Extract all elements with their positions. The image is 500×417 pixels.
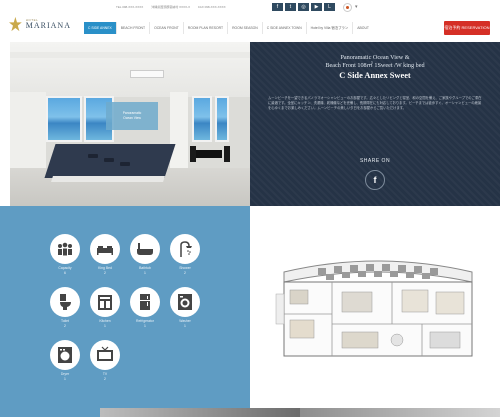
floor-plan-image[interactable]: [272, 254, 482, 364]
room-title: C Side Annex Sweet: [339, 71, 411, 80]
gallery-strip: [300, 408, 500, 417]
floor-cushion: [120, 162, 130, 166]
instagram-icon[interactable]: ◎: [298, 3, 309, 11]
facebook-icon[interactable]: f: [272, 3, 283, 11]
room-photo: Panoramatic Ocean View: [10, 42, 250, 206]
contact-info: TEL 098-XXX-XXXX 沖縄県国頭郡恩納村 XXXX-X FAX 09…: [116, 5, 226, 11]
room-description: ムーンビーチを一望できるパノラマオーシャンビューのお部屋です。広々としたリビング…: [268, 96, 482, 110]
twitter-icon[interactable]: t: [285, 3, 296, 11]
site-header: HOTEL MARIANA TEL 098-XXX-XXXX 沖縄県国頭郡恩納村…: [0, 0, 500, 42]
main-nav: C SIDE ANNEX BEACH FRONT OCEAN FRONT ROO…: [84, 22, 373, 34]
floor-cushion: [88, 154, 98, 158]
logo-title: MARIANA: [25, 20, 71, 30]
dryer-icon: [58, 347, 72, 363]
gallery-strip: [100, 408, 300, 417]
youtube-icon[interactable]: ▶: [311, 3, 322, 11]
tv-icon: [97, 346, 113, 361]
floor-cushion: [104, 158, 114, 162]
amenity-toilet: Toilet 2: [49, 287, 83, 333]
amenity-capacity: Capacity 6: [49, 234, 83, 280]
amenities-section: Capacity 6 King Bed 2 Bathtub 1 Shower 2…: [0, 206, 250, 417]
nav-item-about[interactable]: ABOUT: [352, 22, 373, 34]
nav-item-villa-plan[interactable]: Hotel by Villa 宿泊プラン: [305, 22, 353, 34]
facebook-share-icon[interactable]: f: [365, 170, 385, 190]
ocean-window: [46, 96, 82, 142]
room-info-panel: Panoramatic Ocean View & Beach Front 108…: [250, 42, 500, 206]
floor-plan-section: [250, 206, 500, 417]
address-text: 沖縄県国頭郡恩納村 XXXX-X: [151, 5, 191, 9]
washer-icon: [178, 294, 192, 310]
kitchen-icon: [98, 295, 112, 310]
chair: [224, 146, 230, 162]
amenity-kitchen: Kitchen 1: [89, 287, 123, 333]
language-flag-icon[interactable]: [343, 3, 352, 12]
amenity-king-bed: King Bed 2: [89, 234, 123, 280]
amenity-bathtub: Bathtub 1: [129, 234, 163, 280]
room-subtitle: Panoramatic Ocean View & Beach Front 108…: [325, 54, 425, 69]
chevron-down-icon[interactable]: ▾: [355, 4, 358, 10]
photo-caption: Panoramatic Ocean View: [106, 102, 158, 130]
fax-text: FAX 098-XXX-XXXX: [198, 5, 226, 9]
amenity-tv: TV 2: [89, 340, 123, 386]
bathtub-icon: [137, 243, 153, 255]
social-links: f t ◎ ▶ L: [272, 3, 335, 11]
ocean-window: [215, 96, 229, 142]
amenity-washer: Washer 1: [169, 287, 203, 333]
shower-icon: [180, 241, 192, 257]
nav-item-annex-town[interactable]: C SIDE ANNEX TOWN: [261, 22, 306, 34]
bed-icon: [97, 246, 113, 255]
nav-item-c-side-annex[interactable]: C SIDE ANNEX: [84, 22, 116, 34]
nav-item-beach-front[interactable]: BEACH FRONT: [115, 22, 149, 34]
toilet-icon: [60, 294, 71, 310]
refrigerator-icon: [140, 294, 150, 310]
amenity-dryer: Dryer 1: [49, 340, 83, 386]
line-icon[interactable]: L: [324, 3, 335, 11]
air-conditioner: [130, 70, 164, 78]
amenity-refrigerator: Refrigerator 1: [129, 287, 163, 333]
amenity-shower: Shower 2: [169, 234, 203, 280]
star-logo-icon: [9, 16, 22, 32]
chair: [190, 146, 196, 162]
share-label: SHARE ON: [359, 158, 391, 164]
nav-item-ocean-front[interactable]: OCEAN FRONT: [149, 22, 183, 34]
dining-table: [196, 150, 222, 158]
nav-item-room-season[interactable]: ROOM SEASON: [227, 22, 262, 34]
phone-text: TEL 098-XXX-XXXX: [116, 5, 144, 9]
hotel-logo[interactable]: HOTEL MARIANA: [9, 13, 71, 35]
reservation-button[interactable]: 宿泊予約 RESERVATION: [444, 21, 490, 35]
ocean-window: [192, 96, 212, 142]
people-icon: [58, 242, 72, 256]
nav-item-room-plan[interactable]: ROOM PLAN RESORT: [182, 22, 227, 34]
